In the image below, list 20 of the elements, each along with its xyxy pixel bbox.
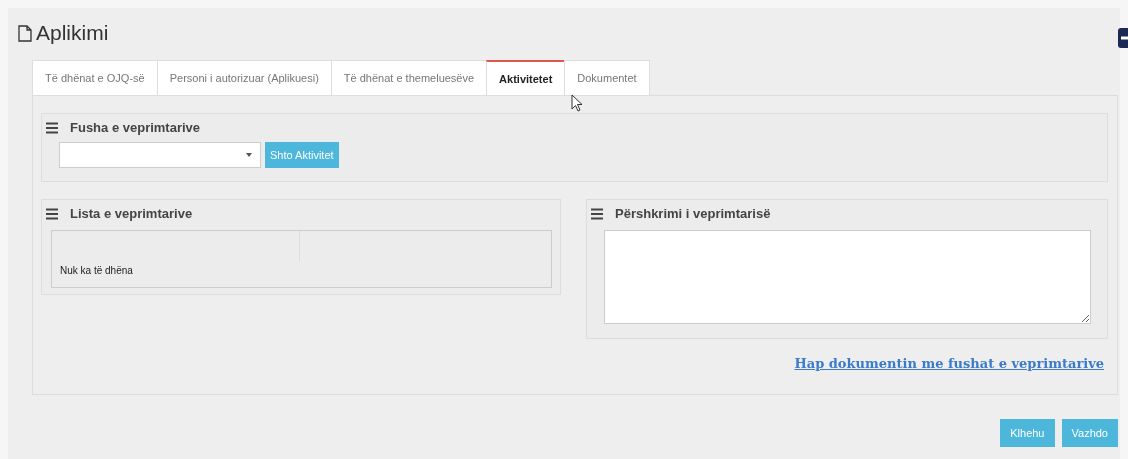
- menu-icon: [591, 207, 603, 220]
- tab[interactable]: Të dhënat e themeluesëve: [330, 60, 488, 95]
- menu-icon: [46, 121, 58, 134]
- minus-icon: [1118, 28, 1128, 48]
- menu-icon: [46, 207, 58, 220]
- tab[interactable]: Personi i autorizuar (Aplikuesi): [156, 60, 332, 95]
- select-field[interactable]: [59, 142, 261, 168]
- page-title: Aplikimi: [36, 21, 109, 45]
- description-field[interactable]: [604, 230, 1091, 324]
- panel-title: Lista e veprimtarive: [70, 206, 193, 221]
- tab[interactable]: Aktivitetet: [486, 60, 566, 95]
- cursor-icon: [571, 94, 583, 112]
- empty-message: Nuk ka të dhëna: [59, 264, 134, 276]
- panel-title: Përshkrimi i veprimtarisë: [615, 206, 771, 221]
- panel-title: Fusha e veprimtarive: [70, 120, 201, 135]
- document-link[interactable]: Hap dokumentin me fushat e veprimtarive: [794, 356, 1104, 371]
- caret-icon: [246, 153, 252, 157]
- document-icon: [18, 24, 32, 42]
- tab[interactable]: Dokumentet: [564, 60, 650, 95]
- tab[interactable]: Të dhënat e OJQ-së: [32, 60, 158, 95]
